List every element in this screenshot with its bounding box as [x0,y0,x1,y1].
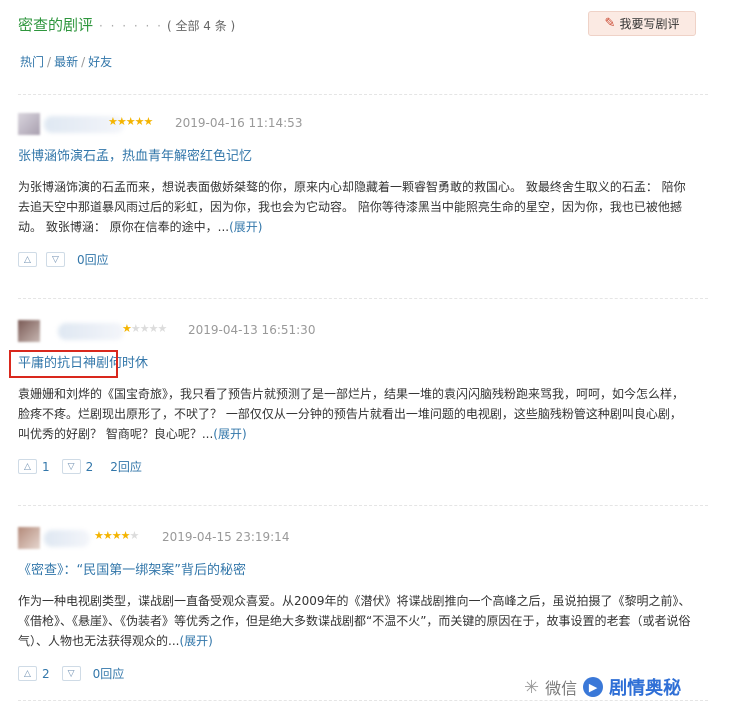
review-time[interactable]: 2019-04-13 16:51:30 [188,323,315,337]
review-meta: ★★★★★ 2019-04-15 23:19:14 [18,527,708,551]
review-meta: ★★★★★ 2019-04-16 11:14:53 [18,113,708,137]
brand-logo-icon: ▶ [583,677,604,697]
review-title[interactable]: 张博涵饰演石孟，热血青年解密红色记忆 [18,145,708,164]
star-rating: ★★★★★ [122,322,167,335]
down-arrow-icon: ▽ [52,254,59,265]
downvote-button[interactable]: ▽ [46,252,65,267]
divider [18,505,708,506]
review-body: 作为一种电视剧类型，谍战剧一直备受观众喜爱。从2009年的《潜伏》将谍战剧推向一… [18,594,691,648]
star-rating: ★★★★★ [108,115,153,128]
review-item: ★★★★★ 2019-04-13 16:51:30 平庸的抗日神剧何时休 袁姗姗… [18,320,708,475]
avatar[interactable] [18,113,40,135]
filter-separator: / [47,55,52,69]
review-actions: △ ▽ 0回应 [18,251,708,268]
upvote-button[interactable]: △ [18,252,37,267]
filter-latest[interactable]: 最新 [54,55,78,69]
review-meta: ★★★★★ 2019-04-13 16:51:30 [18,320,708,344]
expand-link[interactable]: (展开) [229,220,262,234]
downvote-button[interactable]: ▽ [61,459,81,474]
review-count[interactable]: ( 全部 4 条 ) [167,19,235,33]
avatar[interactable] [18,320,40,342]
up-arrow-icon: △ [24,668,31,679]
upvote-button[interactable]: △ [18,666,37,681]
divider [18,298,708,299]
down-arrow-icon: ▽ [67,668,75,679]
review-title[interactable]: 《密查》：“民国第一绑架案”背后的秘密 [18,559,708,578]
downvote-button[interactable]: ▽ [61,666,81,681]
down-arrow-icon: ▽ [67,461,75,472]
filter-separator: / [81,55,86,69]
review-actions: △ 1 ▽ 2 2回应 [18,458,708,475]
review-title[interactable]: 平庸的抗日神剧何时休 [18,352,708,371]
filter-tabs: 热门 / 最新 / 好友 [20,53,112,70]
title-dots: · · · · · · [99,19,163,33]
upvote-button[interactable]: △ [18,459,37,474]
write-review-button[interactable]: ✎ 我要写剧评 [588,11,696,36]
upvote-count: 1 [42,459,50,474]
username-blurred[interactable] [58,323,124,340]
write-review-label: 我要写剧评 [619,17,680,31]
review-time[interactable]: 2019-04-16 11:14:53 [175,116,302,130]
review-item: ★★★★★ 2019-04-15 23:19:14 《密查》：“民国第一绑架案”… [18,527,708,682]
review-body: 为张博涵饰演的石孟而来，想说表面傲娇桀骜的你，原来内心却隐藏着一颗睿智勇敢的救国… [18,180,686,234]
review-body: 袁姗姗和刘烨的《国宝奇旅》，我只看了预告片就预测了是一部烂片，结果一堆的袁闪闪脑… [18,387,685,441]
filter-hot[interactable]: 热门 [20,55,44,69]
reply-link[interactable]: 0回应 [93,665,125,682]
expand-link[interactable]: (展开) [179,634,212,648]
wechat-icon: ✳ [524,676,540,698]
review-item: ★★★★★ 2019-04-16 11:14:53 张博涵饰演石孟，热血青年解密… [18,113,708,268]
upvote-count: 2 [42,666,50,681]
pen-icon: ✎ [604,16,616,31]
divider [18,700,708,701]
star-rating: ★★★★★ [94,529,139,542]
username-blurred[interactable] [44,530,90,547]
filter-friends[interactable]: 好友 [88,55,112,69]
highlight-box [9,350,118,378]
watermark-wechat: 微信 [545,679,578,698]
expand-link[interactable]: (展开) [213,427,246,441]
reply-link[interactable]: 2回应 [110,458,142,475]
reply-link[interactable]: 0回应 [77,251,109,268]
review-section-title: 密查的剧评 [18,16,94,34]
page-title: 密查的剧评 · · · · · · ( 全部 4 条 ) [18,14,235,35]
up-arrow-icon: △ [24,254,31,265]
review-time[interactable]: 2019-04-15 23:19:14 [162,530,289,544]
divider [18,94,708,95]
watermark-brand: 剧情奥秘 [609,678,682,699]
avatar[interactable] [18,527,40,549]
downvote-count: 2 [85,459,94,474]
watermark: ✳ 微信 ▶ 剧情奥秘 [524,674,681,700]
up-arrow-icon: △ [24,461,31,472]
